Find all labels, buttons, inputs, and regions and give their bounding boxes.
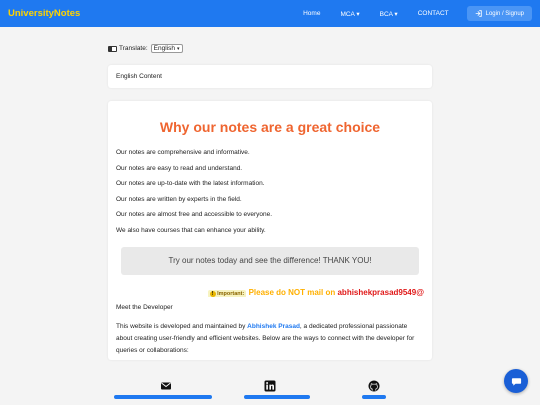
mail-icon[interactable] <box>160 379 172 391</box>
language-content-card: English Content <box>108 65 432 88</box>
linkedin-link[interactable] <box>244 395 310 399</box>
mail-link[interactable] <box>114 395 212 399</box>
why-notes-card: Why our notes are a great choice Our not… <box>108 101 432 360</box>
google-translate-icon <box>108 45 117 52</box>
cta-text: Try our notes today and see the differen… <box>168 256 372 266</box>
benefit-list: Our notes are comprehensive and informat… <box>116 149 424 234</box>
about-prefix: This website is developed and maintained… <box>116 322 248 330</box>
developer-email: abhishekprasad9549@ <box>337 287 424 297</box>
meet-developer-heading: Meet the Developer <box>116 303 173 311</box>
brand-logo[interactable]: UniversityNotes <box>8 8 80 19</box>
language-content-text: English Content <box>116 73 162 80</box>
developer-name: Abhishek Prasad <box>247 322 300 330</box>
github-icon[interactable] <box>368 379 380 392</box>
nav-links: Home MCA ▾ BCA ▾ CONTACT Login / Signup <box>283 6 532 21</box>
translate-widget: Translate: English ▾ <box>108 44 432 53</box>
benefit-item: We also have courses that can enhance yo… <box>116 226 266 234</box>
important-notice: ! Important: Please do NOT mail on abhis… <box>116 288 424 297</box>
nav-contact-link[interactable]: CONTACT <box>418 10 449 17</box>
benefit-item: Our notes are written by experts in the … <box>116 195 242 203</box>
login-signup-button[interactable]: Login / Signup <box>466 6 532 21</box>
benefit-item: Our notes are up-to-date with the latest… <box>116 180 265 188</box>
translate-label: Translate: <box>119 45 148 52</box>
nav-home-link[interactable]: Home <box>303 10 320 17</box>
chevron-down-icon: ▾ <box>177 45 180 52</box>
chat-button[interactable] <box>504 369 528 393</box>
important-badge-label: Important: <box>217 290 245 297</box>
important-badge: ! Important: <box>207 289 247 297</box>
github-link[interactable] <box>362 395 386 399</box>
contact-links <box>108 379 432 405</box>
navbar: UniversityNotes Home MCA ▾ BCA ▾ CONTACT… <box>0 0 540 27</box>
language-select[interactable]: English ▾ <box>150 44 183 53</box>
cta-box: Try our notes today and see the differen… <box>121 246 419 275</box>
content-container: Translate: English ▾ English Content Why… <box>108 44 432 405</box>
benefit-item: Our notes are comprehensive and informat… <box>116 149 250 156</box>
benefit-item: Our notes are almost free and accessible… <box>116 211 273 219</box>
section-title: Why our notes are a great choice <box>159 119 381 135</box>
language-select-value: English <box>153 45 175 52</box>
about-developer: This website is developed and maintained… <box>116 321 424 357</box>
warning-icon: ! <box>209 290 216 297</box>
nav-bca-dropdown[interactable]: BCA ▾ <box>380 10 398 18</box>
chat-icon <box>511 377 521 386</box>
linkedin-icon[interactable] <box>264 379 276 392</box>
login-icon <box>475 10 482 17</box>
nav-mca-dropdown[interactable]: MCA ▾ <box>340 10 359 18</box>
login-label: Login / Signup <box>485 10 524 17</box>
benefit-item: Our notes are easy to read and understan… <box>116 164 243 172</box>
important-text: Please do NOT mail on <box>248 287 336 297</box>
